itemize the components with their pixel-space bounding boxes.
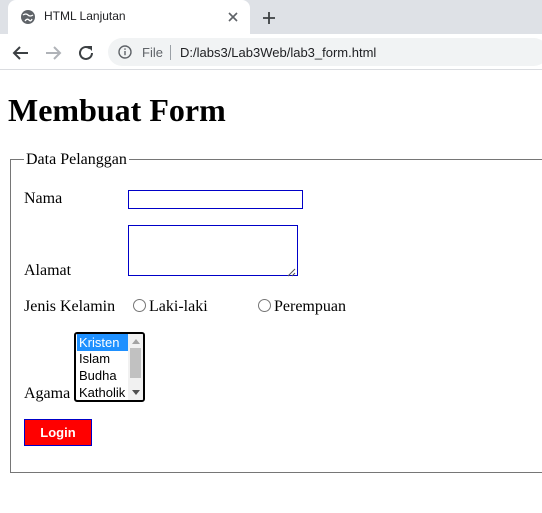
listbox-option[interactable]: Kristen	[77, 334, 129, 351]
scroll-up-arrow-icon[interactable]	[132, 339, 140, 344]
listbox-option[interactable]: Budha	[77, 367, 129, 384]
radio-laki-laki[interactable]	[133, 299, 146, 312]
radio-perempuan[interactable]	[258, 299, 271, 312]
agama-listbox[interactable]: Kristen Islam Budha Katholik	[74, 332, 145, 402]
listbox-scrollbar[interactable]	[128, 334, 143, 400]
page-title: Membuat Form	[8, 92, 226, 128]
alamat-label: Alamat	[24, 262, 72, 279]
url-divider	[170, 45, 171, 60]
radio-label-perempuan: Perempuan	[274, 298, 346, 315]
globe-icon	[20, 9, 36, 25]
close-tab-icon[interactable]	[224, 8, 242, 26]
browser-tab[interactable]: HTML Lanjutan	[8, 0, 250, 34]
new-tab-icon[interactable]	[258, 7, 280, 29]
tab-bar: HTML Lanjutan	[0, 0, 542, 34]
nama-input[interactable]	[128, 190, 303, 209]
forward-arrow-icon[interactable]	[41, 41, 65, 65]
radio-label-laki-laki: Laki-laki	[149, 298, 208, 315]
scroll-down-arrow-icon[interactable]	[132, 390, 140, 395]
agama-label: Agama	[24, 385, 71, 402]
back-arrow-icon[interactable]	[9, 41, 33, 65]
listbox-option[interactable]: Katholik	[77, 384, 129, 400]
tab-title: HTML Lanjutan	[44, 9, 126, 23]
reload-icon[interactable]	[74, 41, 98, 65]
gender-label: Jenis Kelamin	[24, 298, 116, 315]
login-button[interactable]: Login	[24, 419, 92, 446]
url-scheme-label: File	[142, 45, 163, 60]
fieldset-legend: Data Pelanggan	[24, 151, 129, 169]
address-bar[interactable]: File D:/labs3/Lab3Web/lab3_form.html	[108, 38, 542, 66]
scroll-thumb[interactable]	[130, 348, 141, 378]
info-icon[interactable]	[118, 45, 132, 59]
nama-label: Nama	[24, 190, 63, 207]
url-text[interactable]: D:/labs3/Lab3Web/lab3_form.html	[180, 45, 376, 60]
browser-toolbar: File D:/labs3/Lab3Web/lab3_form.html	[0, 34, 542, 70]
alamat-textarea[interactable]	[128, 225, 298, 276]
resize-grip-icon[interactable]	[287, 264, 296, 277]
listbox-option[interactable]: Islam	[77, 350, 129, 367]
